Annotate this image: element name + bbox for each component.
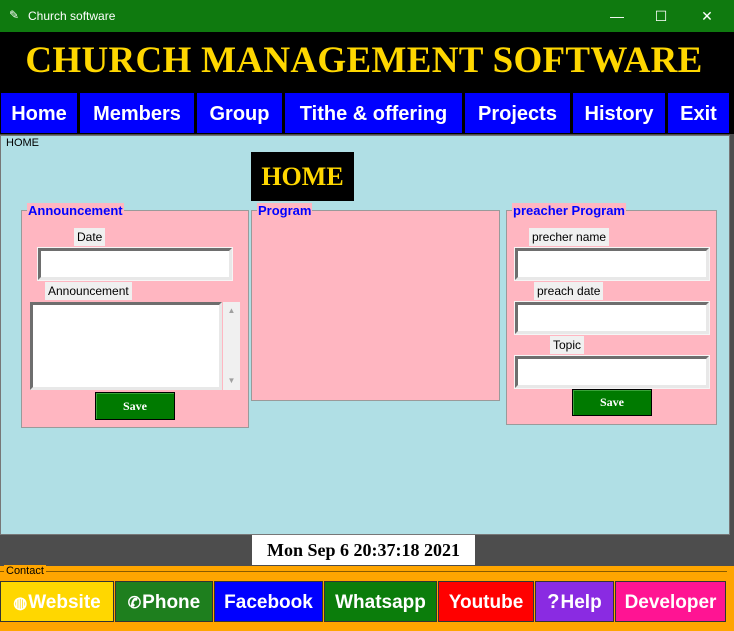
preacher-name-label: precher name	[529, 228, 610, 246]
preacher-panel-label: preacher Program	[512, 203, 626, 218]
minimize-button[interactable]: —	[594, 0, 640, 32]
contact-frame	[0, 571, 727, 580]
main-nav: Home Members Group Tithe & offering Proj…	[0, 90, 734, 134]
announcement-scrollbar[interactable]: ▲ ▼	[223, 302, 240, 390]
scroll-up-icon[interactable]: ▲	[223, 304, 240, 318]
phone-icon: ✆	[127, 595, 142, 612]
announcement-panel-label: Announcement	[27, 203, 124, 218]
announcement-textarea[interactable]	[30, 302, 222, 390]
nav-group-button[interactable]: Group	[196, 92, 283, 134]
close-button[interactable]: ✕	[684, 0, 730, 32]
preacher-save-button[interactable]: Save	[572, 389, 652, 416]
home-frame-label: HOME	[5, 137, 40, 149]
window-title: Church software	[28, 9, 116, 23]
announcement-date-field[interactable]	[37, 247, 233, 281]
preach-date-field[interactable]	[514, 301, 710, 335]
help-icon: ?	[547, 591, 560, 613]
nav-history-button[interactable]: History	[572, 92, 666, 134]
preach-date-label: preach date	[534, 282, 604, 300]
youtube-button[interactable]: Youtube	[438, 581, 534, 622]
app-banner-title: CHURCH MANAGEMENT SOFTWARE	[25, 40, 703, 81]
website-button[interactable]: ◍Website	[0, 581, 114, 622]
nav-tithe-offering-button[interactable]: Tithe & offering	[284, 92, 463, 134]
nav-projects-button[interactable]: Projects	[464, 92, 571, 134]
developer-button[interactable]: Developer	[615, 581, 726, 622]
nav-exit-button[interactable]: Exit	[667, 92, 730, 134]
feather-icon: ✎	[9, 8, 20, 22]
website-button-label: Website	[28, 592, 101, 613]
preach-topic-label: Topic	[550, 336, 585, 354]
program-panel	[251, 210, 500, 401]
window-titlebar: ✎ Church software — ☐ ✕	[0, 0, 734, 32]
announcement-text-label: Announcement	[45, 282, 132, 300]
clock-display: Mon Sep 6 20:37:18 2021	[252, 535, 475, 565]
phone-button-label: Phone	[142, 592, 201, 613]
program-panel-label: Program	[257, 203, 313, 218]
phone-button[interactable]: ✆Phone	[115, 581, 213, 622]
home-heading: HOME	[251, 152, 354, 201]
close-icon: ✕	[701, 8, 713, 24]
maximize-button[interactable]: ☐	[638, 0, 684, 32]
help-button-label: Help	[560, 592, 602, 613]
scroll-down-icon[interactable]: ▼	[223, 374, 240, 388]
app-banner: CHURCH MANAGEMENT SOFTWARE	[0, 32, 734, 90]
maximize-icon: ☐	[654, 8, 668, 24]
preacher-name-field[interactable]	[514, 247, 710, 281]
announcement-date-label: Date	[74, 228, 106, 246]
preach-topic-field[interactable]	[514, 355, 710, 389]
globe-icon: ◍	[13, 595, 28, 612]
help-button[interactable]: ?Help	[535, 581, 614, 622]
minimize-icon: —	[610, 8, 624, 24]
facebook-button[interactable]: Facebook	[214, 581, 323, 622]
contact-frame-label: Contact	[4, 565, 46, 577]
announcement-save-button[interactable]: Save	[95, 392, 175, 420]
nav-home-button[interactable]: Home	[0, 92, 78, 134]
whatsapp-button[interactable]: Whatsapp	[324, 581, 437, 622]
nav-members-button[interactable]: Members	[79, 92, 195, 134]
